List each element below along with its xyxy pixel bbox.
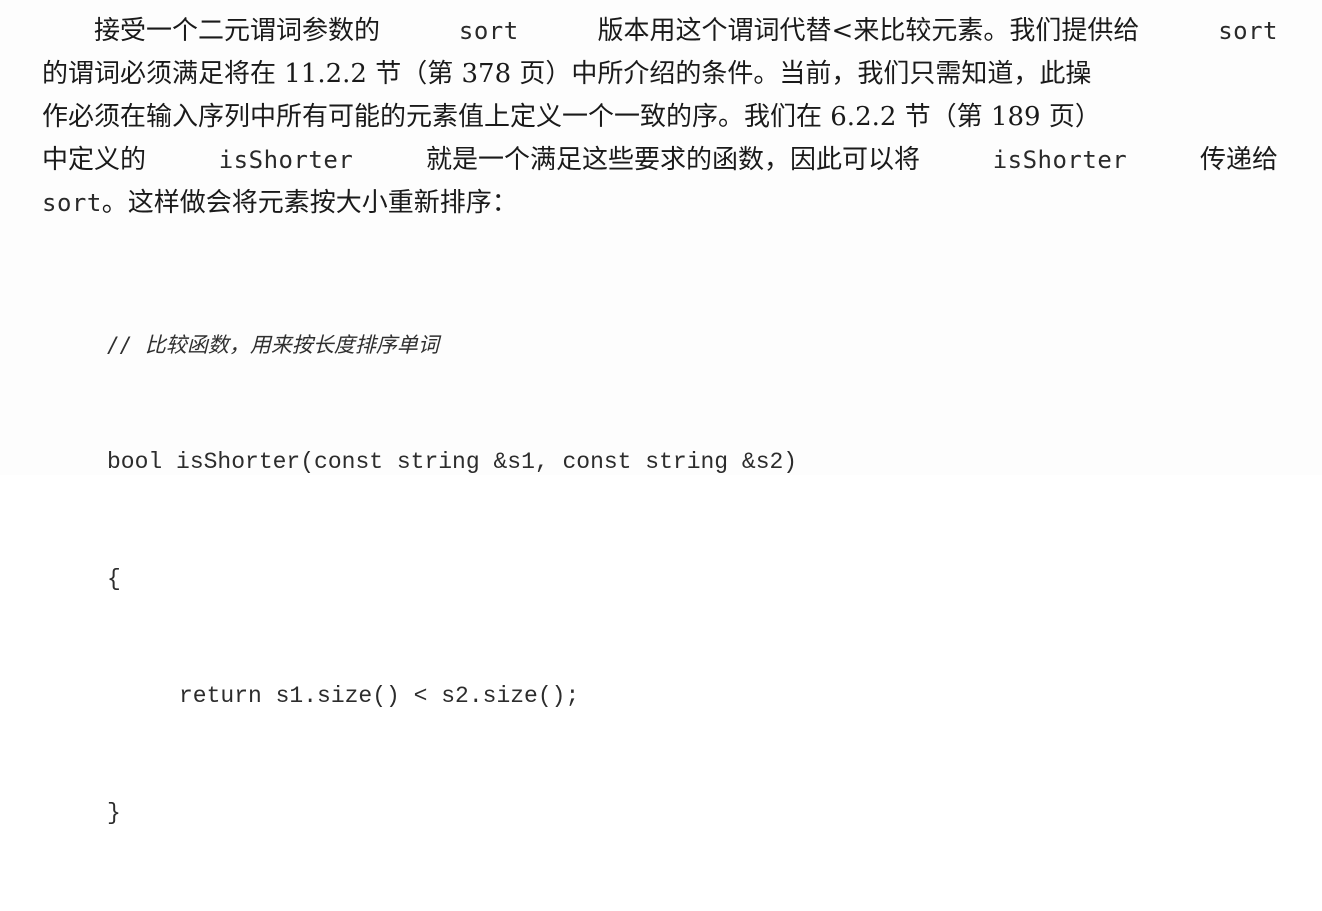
text-run: 。这样做会将元素按大小重新排序： bbox=[101, 188, 518, 218]
paragraph-line-3: 作必须在输入序列中所有可能的元素值上定义一个一致的序。我们在 6.2.2 节（第… bbox=[42, 96, 1278, 139]
text-run: 版本用这个谓词代替<来比较元素。我们提供给 bbox=[597, 16, 1140, 46]
paragraph-line-2: 的谓词必须满足将在 11.2.2 节（第 378 页）中所介绍的条件。当前，我们… bbox=[42, 53, 1278, 96]
code-return-statement: return s1.size() < s2.size(); bbox=[179, 683, 580, 709]
body-paragraph: 接受一个二元谓词参数的 sort 版本用这个谓词代替<来比较元素。我们提供给 s… bbox=[42, 10, 1278, 225]
code-close-brace: } bbox=[107, 800, 121, 826]
text-run: 中定义的 bbox=[42, 145, 147, 175]
text-run: 就是一个满足这些要求的函数，因此可以将 bbox=[425, 145, 920, 175]
code-inline-sort: sort bbox=[42, 189, 102, 217]
paragraph-line-1: 接受一个二元谓词参数的 sort 版本用这个谓词代替<来比较元素。我们提供给 s… bbox=[42, 10, 1278, 53]
text-run: 作必须在输入序列中所有可能的元素值上定义一个一致的序。我们在 6.2.2 节（第… bbox=[42, 102, 1101, 132]
text-run: 传递给 bbox=[1199, 145, 1278, 175]
paragraph-line-4: 中定义的 isShorter 就是一个满足这些要求的函数，因此可以将 isSho… bbox=[42, 139, 1278, 182]
book-page: 接受一个二元谓词参数的 sort 版本用这个谓词代替<来比较元素。我们提供给 s… bbox=[0, 0, 1322, 826]
text-run: 的谓词必须满足将在 11.2.2 节（第 378 页）中所介绍的条件。当前，我们… bbox=[42, 59, 1092, 89]
code-inline-sort: sort bbox=[458, 17, 519, 45]
code-function-signature: bool isShorter(const string &s1, const s… bbox=[107, 449, 798, 475]
text-run: 接受一个二元谓词参数的 bbox=[94, 16, 381, 46]
code-comment: // 比较函数，用来按长度排序单词 bbox=[107, 333, 439, 357]
code-block: // 比较函数，用来按长度排序单词 bool isShorter(const s… bbox=[107, 248, 797, 911]
code-inline-sort: sort bbox=[1218, 17, 1278, 45]
code-open-brace: { bbox=[107, 566, 121, 592]
code-inline-isshorter: isShorter bbox=[218, 146, 354, 174]
paragraph-line-5: sort。这样做会将元素按大小重新排序： bbox=[42, 182, 1278, 225]
code-inline-isshorter: isShorter bbox=[992, 146, 1128, 174]
